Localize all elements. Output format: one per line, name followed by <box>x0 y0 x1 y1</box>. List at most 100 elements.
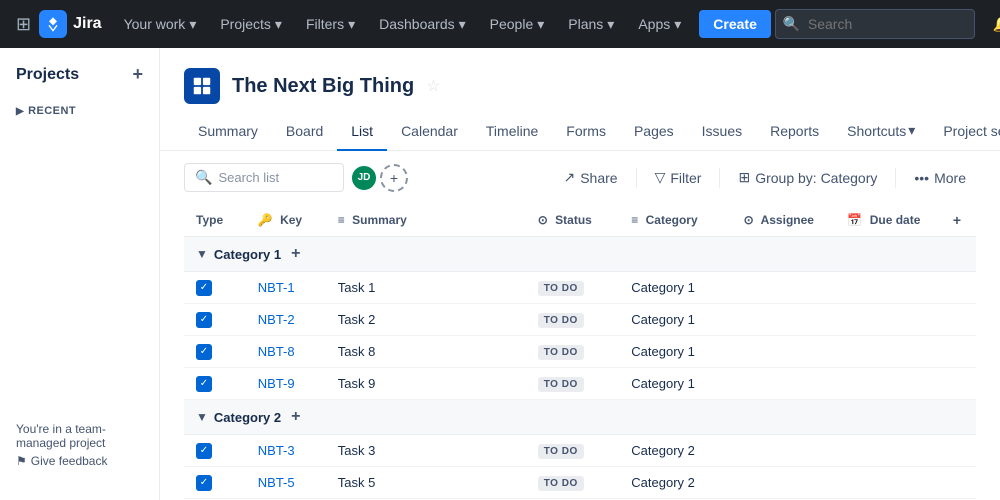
col-header-key: 🔑 Key <box>246 204 326 237</box>
nav-projects[interactable]: Projects ▾ <box>210 10 292 39</box>
tab-calendar[interactable]: Calendar <box>387 113 472 151</box>
category-name: Category 1 <box>214 247 281 262</box>
table-row[interactable]: ✓ NBT-1 Task 1 TO DO Category 1 <box>184 272 976 304</box>
share-button[interactable]: ↗ Share <box>553 164 627 191</box>
nav-your-work[interactable]: Your work ▾ <box>114 10 207 39</box>
category-icon: ≡ <box>631 213 638 227</box>
issue-summary: Task 2 <box>338 312 376 327</box>
app-layout: Projects + ▶ RECENT You're in a team-man… <box>0 48 1000 500</box>
key-icon: 🔑 <box>258 213 273 227</box>
issue-key[interactable]: NBT-8 <box>258 344 295 359</box>
col-header-summary: ≡ Summary <box>326 204 526 237</box>
star-icon[interactable]: ☆ <box>426 76 440 96</box>
nav-plans[interactable]: Plans ▾ <box>558 10 624 39</box>
nav-people[interactable]: People ▾ <box>480 10 555 39</box>
create-button[interactable]: Create <box>699 10 771 38</box>
task-checkbox[interactable]: ✓ <box>196 443 212 459</box>
add-column-icon[interactable]: + <box>953 212 961 228</box>
issue-summary: Task 5 <box>338 475 376 490</box>
add-to-category-icon[interactable]: + <box>291 245 300 263</box>
col-header-add[interactable]: + <box>941 204 976 237</box>
sidebar-add-icon[interactable]: + <box>132 64 143 85</box>
task-checkbox[interactable]: ✓ <box>196 376 212 392</box>
more-button[interactable]: ••• More <box>904 165 976 191</box>
search-icon: 🔍 <box>783 16 800 33</box>
due-date-cell <box>835 336 940 368</box>
give-feedback-link[interactable]: ⚑ Give feedback <box>16 454 143 468</box>
filter-button[interactable]: ▽ Filter <box>645 164 712 191</box>
task-checkbox[interactable]: ✓ <box>196 312 212 328</box>
issue-summary: Task 1 <box>338 280 376 295</box>
issue-key[interactable]: NBT-5 <box>258 475 295 490</box>
group-by-button[interactable]: ⊞ Group by: Category <box>728 164 887 191</box>
chevron-down-icon: ▾ <box>607 16 614 33</box>
table-row[interactable]: ✓ NBT-5 Task 5 TO DO Category 2 <box>184 467 976 499</box>
sidebar-title: Projects + <box>0 64 159 93</box>
filter-icon: ▽ <box>655 169 666 186</box>
due-date-cell <box>835 304 940 336</box>
task-checkbox[interactable]: ✓ <box>196 280 212 296</box>
flag-icon: ⚑ <box>16 454 27 468</box>
toolbar-right: ↗ Share ▽ Filter ⊞ Group by: Category ••… <box>553 164 976 191</box>
add-to-category-icon[interactable]: + <box>291 408 300 426</box>
task-checkbox[interactable]: ✓ <box>196 475 212 491</box>
tab-summary[interactable]: Summary <box>184 113 272 151</box>
nav-apps[interactable]: Apps ▾ <box>628 10 691 39</box>
due-date-cell <box>835 272 940 304</box>
tab-pages[interactable]: Pages <box>620 113 688 151</box>
issue-key[interactable]: NBT-1 <box>258 280 295 295</box>
chevron-down-icon: ▾ <box>275 16 282 33</box>
chevron-down-icon: ▾ <box>348 16 355 33</box>
col-header-type: Type <box>184 204 246 237</box>
assignee-cell <box>732 336 836 368</box>
issue-key[interactable]: NBT-2 <box>258 312 295 327</box>
col-header-category: ≡ Category <box>619 204 731 237</box>
assignee-cell <box>732 272 836 304</box>
table-body: ▼ Category 1 + ✓ NBT-1 Task 1 TO DO Cate… <box>184 237 976 500</box>
search-list-input[interactable]: 🔍 Search list <box>184 163 344 192</box>
apps-grid-icon[interactable]: ⊞ <box>12 10 35 39</box>
notifications-icon[interactable]: 🔔 <box>987 8 1000 40</box>
tab-project-settings[interactable]: Project settings <box>929 113 1000 151</box>
sidebar-recent-section[interactable]: ▶ RECENT <box>0 97 159 121</box>
assignee-cell <box>732 467 836 499</box>
jira-logo[interactable]: Jira <box>39 10 101 38</box>
toolbar-divider <box>636 168 637 188</box>
table-row[interactable]: ✓ NBT-8 Task 8 TO DO Category 1 <box>184 336 976 368</box>
issue-key[interactable]: NBT-3 <box>258 443 295 458</box>
jira-logo-text: Jira <box>73 15 101 33</box>
tab-reports[interactable]: Reports <box>756 113 833 151</box>
status-badge: TO DO <box>538 444 584 459</box>
search-input[interactable] <box>775 9 975 39</box>
table-row[interactable]: ✓ NBT-2 Task 2 TO DO Category 1 <box>184 304 976 336</box>
issue-category: Category 2 <box>631 475 695 490</box>
category-chevron-icon[interactable]: ▼ <box>196 410 208 424</box>
toolbar-divider3 <box>895 168 896 188</box>
nav-filters[interactable]: Filters ▾ <box>296 10 365 39</box>
add-people-icon[interactable]: + <box>380 164 408 192</box>
assignee-cell <box>732 368 836 400</box>
status-badge: TO DO <box>538 281 584 296</box>
tab-issues[interactable]: Issues <box>688 113 756 151</box>
category-row: ▼ Category 2 + <box>184 400 976 435</box>
search-bar: 🔍 <box>775 9 975 39</box>
table-row[interactable]: ✓ NBT-9 Task 9 TO DO Category 1 <box>184 368 976 400</box>
issue-summary: Task 3 <box>338 443 376 458</box>
assignee-icon: ⊙ <box>744 213 754 227</box>
avatar-user1[interactable]: JD <box>350 164 378 192</box>
category-row: ▼ Category 1 + <box>184 237 976 272</box>
list-table: Type 🔑 Key ≡ Summary ⊙ Status <box>184 204 976 500</box>
tab-board[interactable]: Board <box>272 113 337 151</box>
tab-forms[interactable]: Forms <box>552 113 620 151</box>
tab-shortcuts[interactable]: Shortcuts ▾ <box>833 112 929 151</box>
category-chevron-icon[interactable]: ▼ <box>196 247 208 261</box>
chevron-down-icon: ▾ <box>674 16 681 33</box>
table-row[interactable]: ✓ NBT-3 Task 3 TO DO Category 2 <box>184 435 976 467</box>
tab-list[interactable]: List <box>337 113 387 151</box>
issue-key[interactable]: NBT-9 <box>258 376 295 391</box>
nav-dashboards[interactable]: Dashboards ▾ <box>369 10 476 39</box>
sidebar-bottom: You're in a team-managed project ⚑ Give … <box>0 406 159 484</box>
task-checkbox[interactable]: ✓ <box>196 344 212 360</box>
tab-timeline[interactable]: Timeline <box>472 113 552 151</box>
project-title: The Next Big Thing <box>232 75 414 98</box>
